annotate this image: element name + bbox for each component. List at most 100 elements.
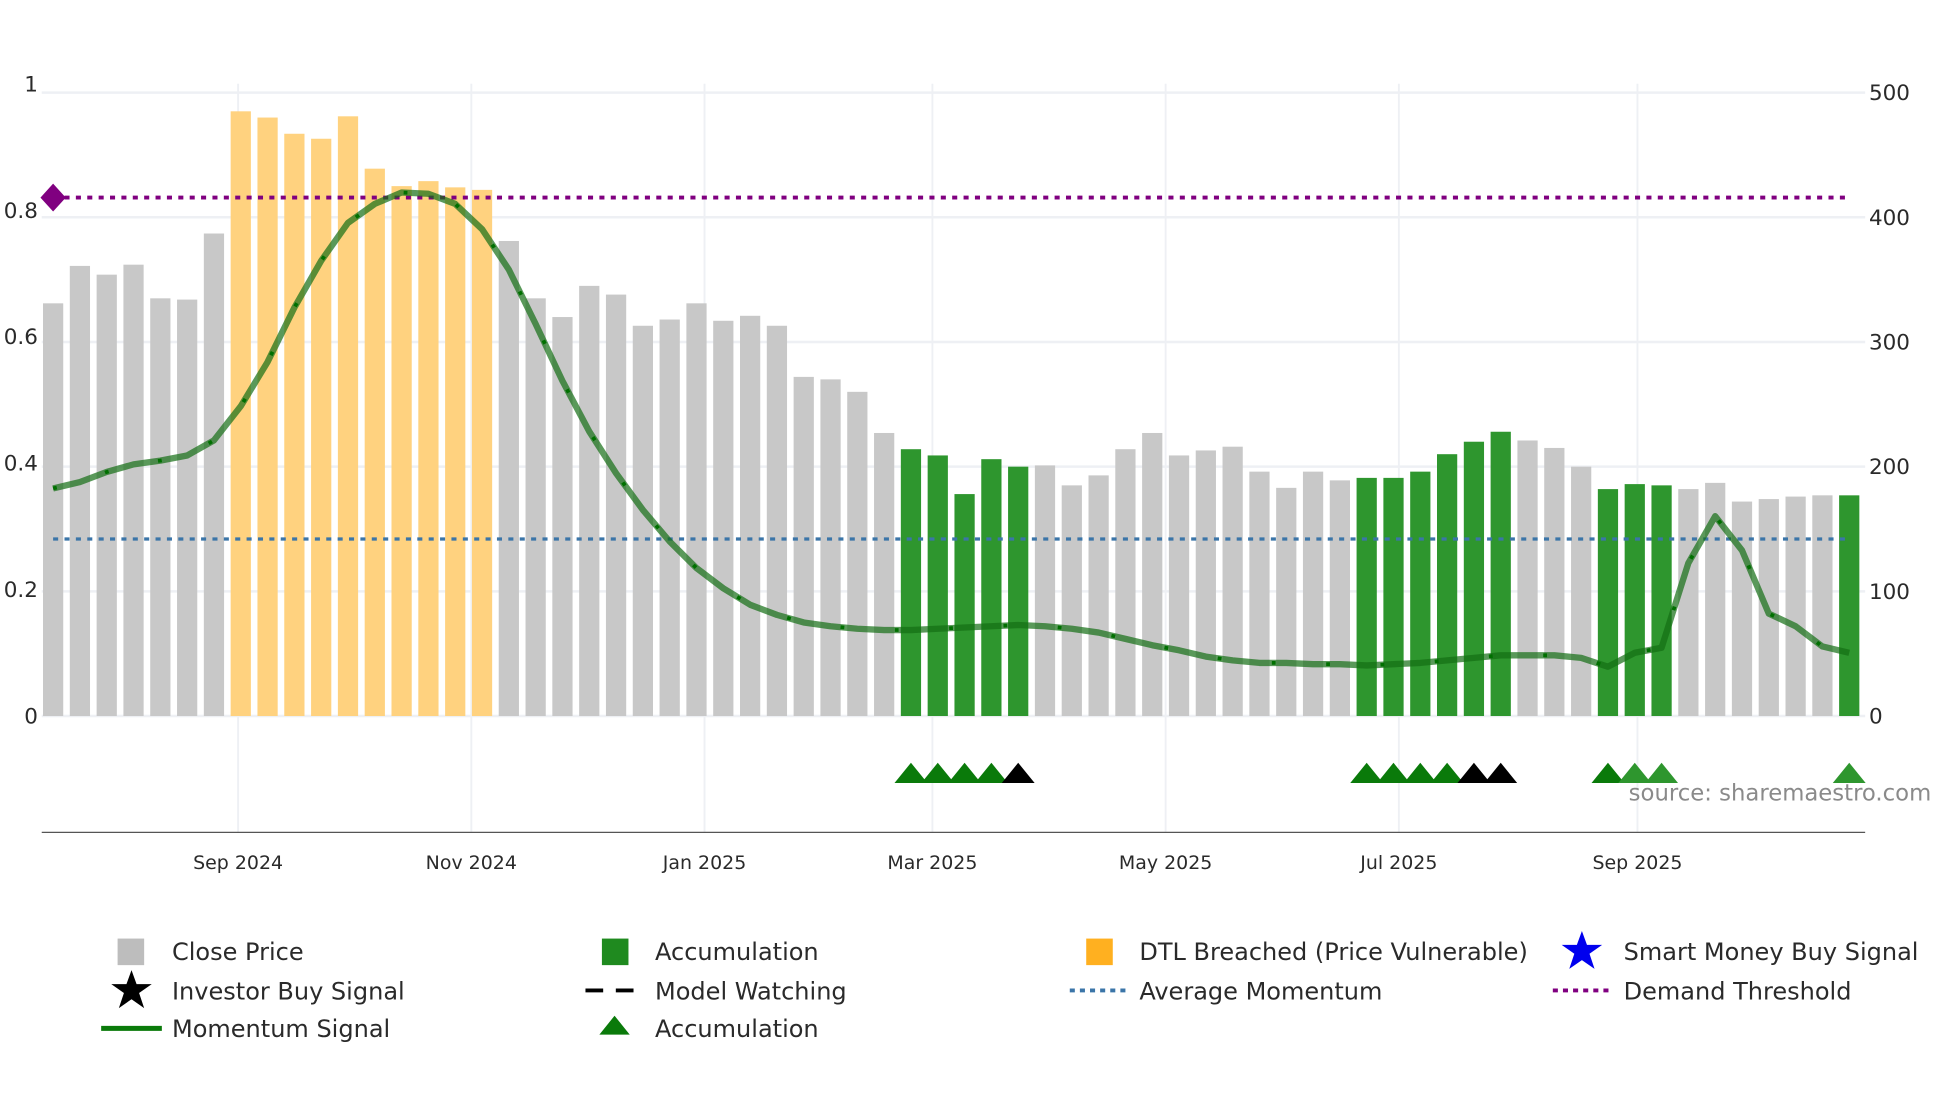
source-label: source: sharemaestro.com bbox=[1629, 781, 1932, 807]
accumulation-bar bbox=[1490, 431, 1511, 717]
right-tick-label: 200 bbox=[1869, 455, 1910, 480]
x-tick-label: Jul 2025 bbox=[1359, 852, 1437, 874]
accumulation-bar bbox=[1410, 471, 1431, 717]
price-bar bbox=[42, 303, 64, 717]
watching-triangle-marker bbox=[1457, 762, 1491, 784]
price-bar bbox=[820, 379, 841, 717]
legend-item-accumulation-marker[interactable]: Accumulation bbox=[599, 1015, 819, 1043]
watching-triangle-marker bbox=[1484, 762, 1518, 784]
left-tick-label: 0.6 bbox=[4, 325, 38, 350]
accumulation-bar bbox=[1356, 477, 1377, 717]
price-bar bbox=[123, 264, 144, 717]
price-bar bbox=[1302, 471, 1324, 717]
price-bar bbox=[874, 432, 895, 717]
legend-label: Demand Threshold bbox=[1624, 977, 1852, 1005]
dtl-bar bbox=[471, 189, 493, 717]
legend-label: Close Price bbox=[172, 938, 304, 966]
legend-label: Smart Money Buy Signal bbox=[1624, 938, 1919, 966]
legend-item-model-watching[interactable]: Model Watching bbox=[585, 977, 847, 1005]
legend-item-momentum-signal[interactable]: Momentum Signal bbox=[101, 1015, 390, 1043]
price-bar bbox=[1678, 489, 1699, 717]
dtl-bar bbox=[445, 187, 466, 717]
price-bar bbox=[1168, 455, 1190, 717]
price-bar bbox=[525, 298, 546, 717]
price-bar bbox=[150, 298, 171, 717]
price-bar bbox=[739, 315, 761, 717]
legend-label: Accumulation bbox=[655, 1015, 819, 1043]
legend-item-investor-buy[interactable]: Investor Buy Signal bbox=[111, 970, 405, 1009]
momentum-chart: 0 100 200 300 400 500 0 0.2 0.4 0.6 0.8 1 Sep 2024 No… bbox=[4, 72, 1932, 1043]
dtl-bar bbox=[337, 116, 359, 717]
accumulation-bar bbox=[1436, 454, 1458, 717]
legend-label: DTL Breached (Price Vulnerable) bbox=[1139, 938, 1528, 966]
x-tick-label: May 2025 bbox=[1119, 852, 1212, 874]
accumulation-triangle-marker bbox=[1350, 762, 1384, 784]
dtl-bar bbox=[418, 181, 439, 717]
price-bar bbox=[1276, 487, 1297, 717]
legend-item-accumulation-bar[interactable]: Accumulation bbox=[601, 938, 819, 966]
accumulation-triangle-marker bbox=[894, 762, 928, 784]
price-bar bbox=[659, 319, 680, 717]
accumulation-bar bbox=[1008, 466, 1029, 717]
dtl-bar bbox=[364, 168, 385, 717]
x-tick-label: Jan 2025 bbox=[662, 852, 746, 874]
left-tick-label: 1 bbox=[24, 72, 38, 97]
price-bar bbox=[686, 303, 707, 717]
orange-square-icon bbox=[1086, 938, 1113, 966]
price-bar bbox=[847, 391, 868, 717]
price-bar bbox=[1812, 495, 1833, 717]
accumulation-triangle-marker bbox=[974, 762, 1008, 784]
price-bar bbox=[766, 325, 788, 717]
price-bar bbox=[1571, 466, 1592, 717]
legend-item-demand-threshold[interactable]: Demand Threshold bbox=[1552, 977, 1852, 1005]
price-bar bbox=[1222, 446, 1243, 717]
dtl-bar bbox=[391, 186, 412, 717]
x-tick-label: Sep 2025 bbox=[1592, 852, 1682, 874]
price-bar bbox=[203, 233, 225, 717]
price-bar bbox=[579, 285, 600, 717]
accumulation-bar bbox=[1624, 484, 1645, 717]
gray-square-icon bbox=[117, 938, 145, 966]
legend: Close Price Accumulation DTL Breached (P… bbox=[101, 930, 1919, 1043]
accumulation-triangle-marker bbox=[1591, 762, 1625, 784]
accumulation-triangle-marker bbox=[1403, 762, 1437, 784]
price-bar bbox=[96, 274, 117, 717]
accumulation-bar bbox=[1383, 477, 1404, 717]
blue-star-icon bbox=[1561, 930, 1603, 969]
price-bar bbox=[1195, 450, 1216, 717]
price-bar bbox=[1142, 432, 1163, 717]
price-bar bbox=[498, 240, 519, 717]
accumulation-bar bbox=[1597, 489, 1619, 717]
legend-item-close-price[interactable]: Close Price bbox=[117, 938, 304, 966]
price-bar bbox=[1329, 480, 1350, 717]
black-star-icon bbox=[111, 970, 152, 1009]
left-tick-label: 0.4 bbox=[4, 452, 38, 477]
price-bar bbox=[1061, 485, 1082, 717]
legend-item-smart-money[interactable]: Smart Money Buy Signal bbox=[1561, 930, 1919, 969]
accumulation-bar bbox=[1651, 485, 1672, 717]
accumulation-triangle-marker bbox=[1377, 762, 1410, 784]
accumulation-triangle-marker bbox=[1430, 762, 1464, 784]
accumulation-triangle-marker bbox=[948, 762, 982, 784]
legend-label: Investor Buy Signal bbox=[172, 977, 405, 1005]
legend-item-dtl[interactable]: DTL Breached (Price Vulnerable) bbox=[1086, 938, 1528, 966]
left-tick-label: 0.8 bbox=[4, 199, 38, 224]
x-tick-label: Sep 2024 bbox=[193, 852, 283, 874]
dtl-bar bbox=[311, 138, 332, 717]
legend-label: Average Momentum bbox=[1139, 977, 1382, 1005]
accumulation-bar bbox=[927, 455, 948, 717]
right-tick-label: 0 bbox=[1869, 705, 1883, 730]
legend-item-avg-momentum[interactable]: Average Momentum bbox=[1069, 977, 1383, 1005]
demand-diamond-marker bbox=[40, 183, 66, 212]
price-bar bbox=[1544, 447, 1565, 717]
right-tick-label: 400 bbox=[1869, 206, 1910, 231]
accumulation-bar bbox=[1463, 441, 1485, 717]
price-bar bbox=[1785, 496, 1806, 717]
right-tick-label: 100 bbox=[1869, 580, 1910, 605]
left-tick-label: 0.2 bbox=[4, 578, 38, 603]
green-triangle-icon bbox=[599, 1015, 630, 1035]
price-bar bbox=[713, 320, 734, 717]
green-square-icon bbox=[601, 938, 629, 966]
accumulation-triangle-marker bbox=[921, 762, 955, 784]
price-bar bbox=[1517, 440, 1538, 717]
